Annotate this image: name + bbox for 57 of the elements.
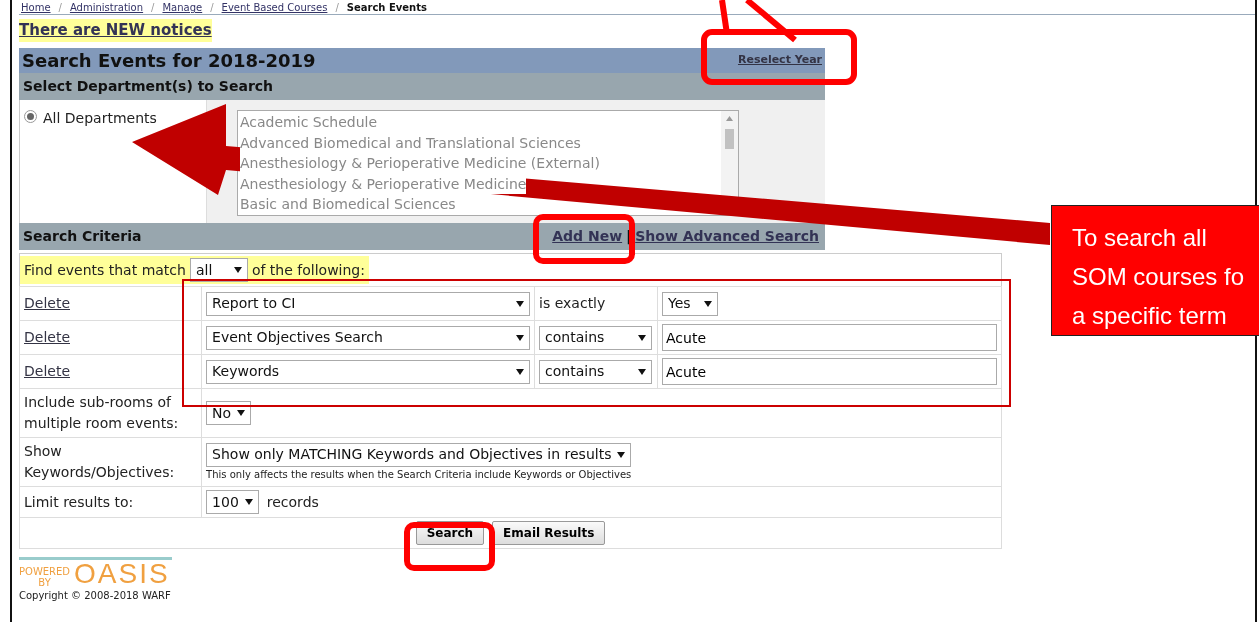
option-label: Show Keywords/Objectives: <box>24 443 175 481</box>
match-select[interactable]: all <box>189 258 248 283</box>
operator-select[interactable]: contains <box>539 359 653 384</box>
option-label: Include sub-rooms of multiple room events: <box>24 394 179 432</box>
breadcrumb-link[interactable]: Event Based Courses <box>221 2 328 14</box>
delete-link[interactable]: Delete <box>24 363 70 380</box>
section-heading: Search Criteria <box>23 227 142 247</box>
option-label: Limit results to: <box>24 493 134 510</box>
caret-icon <box>516 334 525 341</box>
option-select[interactable]: 100 <box>206 490 259 515</box>
breadcrumb-separator: / <box>58 2 62 14</box>
section-heading: Select Department(s) to Search <box>19 73 825 101</box>
caret-icon <box>516 368 525 375</box>
option-select[interactable]: Show only MATCHING Keywords and Objectives in results <box>206 442 632 467</box>
caret-icon <box>638 368 647 375</box>
caret-icon <box>704 300 712 307</box>
callout-text: SOM courses fo <box>1072 262 1246 292</box>
action-button[interactable]: Email Results <box>492 521 606 546</box>
field-select[interactable]: Report to CI <box>206 291 531 316</box>
caret-icon <box>516 300 525 307</box>
reselect-year-link[interactable]: Reselect Year <box>737 52 822 69</box>
breadcrumb-separator: / <box>210 2 214 14</box>
help-text: This only affects the results when the Search Criteria include Keywords or Objectives <box>206 467 633 482</box>
value-field[interactable]: Acute <box>662 324 997 352</box>
callout-text: a specific term <box>1072 301 1228 331</box>
operator-select[interactable]: contains <box>539 325 653 350</box>
breadcrumb-separator: / <box>151 2 155 14</box>
field-select[interactable]: Event Objectives Search <box>206 325 531 350</box>
option-select[interactable]: No <box>206 401 252 426</box>
radio-label: All Departments <box>43 109 157 129</box>
breadcrumb-link[interactable]: Home <box>21 2 51 14</box>
copyright-text: Copyright © 2008-2018 WARF <box>19 589 172 604</box>
callout-text: To search all <box>1072 223 1208 253</box>
breadcrumb-current: Search Events <box>346 2 427 14</box>
delete-link[interactable]: Delete <box>24 329 70 346</box>
match-label: Find events that match <box>24 260 186 280</box>
notice-link[interactable]: There are NEW notices <box>19 19 212 42</box>
caret-icon <box>617 451 626 458</box>
breadcrumb-link[interactable]: Manage <box>162 2 203 14</box>
radio-button[interactable] <box>24 110 37 124</box>
header-link[interactable]: Show Advanced Search <box>635 226 819 248</box>
link-separator: | <box>626 227 632 247</box>
caret-icon <box>244 499 253 506</box>
value-field[interactable]: Acute <box>662 358 997 386</box>
match-label: of the following: <box>251 260 365 280</box>
delete-link[interactable]: Delete <box>24 295 70 312</box>
breadcrumb-separator: / <box>335 2 339 14</box>
header-link[interactable]: Add New <box>552 226 623 248</box>
option-suffix: records <box>266 492 319 512</box>
caret-icon <box>638 334 647 341</box>
caret-icon <box>237 410 246 417</box>
value-select[interactable]: Yes <box>662 291 718 316</box>
field-select[interactable]: Keywords <box>206 359 531 384</box>
breadcrumb-link[interactable]: Administration <box>69 2 144 14</box>
page-title: Search Events for 2018-2019 <box>22 49 316 72</box>
caret-icon <box>233 267 242 274</box>
operator-label: is exactly <box>539 295 606 312</box>
